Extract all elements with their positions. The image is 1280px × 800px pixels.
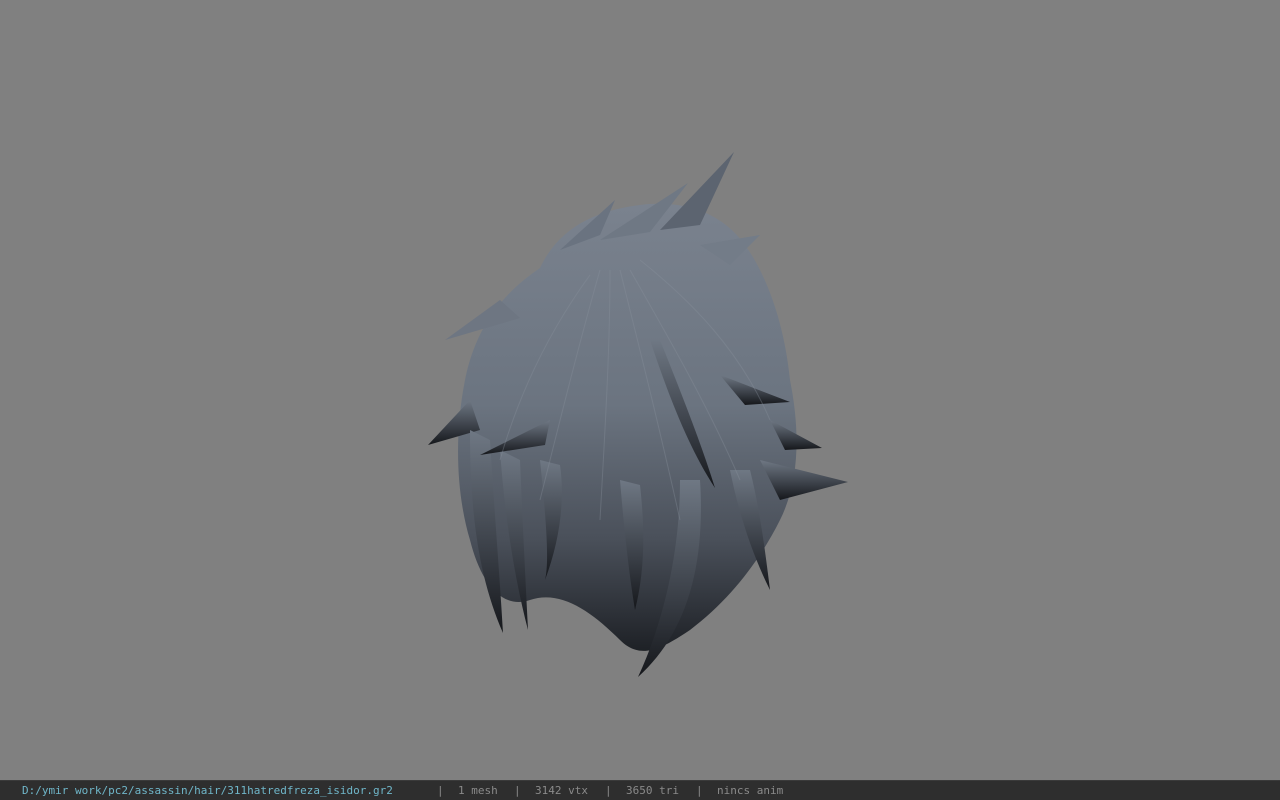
hair-model-render	[428, 152, 848, 677]
separator: |	[605, 784, 612, 797]
vertex-count: 3142 vtx	[535, 784, 588, 797]
3d-viewport[interactable]	[0, 0, 1280, 780]
separator: |	[514, 784, 521, 797]
status-bar: D:/ymir work/pc2/assassin/hair/311hatred…	[0, 780, 1280, 800]
separator: |	[437, 784, 444, 797]
triangle-count: 3650 tri	[626, 784, 679, 797]
mesh-count: 1 mesh	[458, 784, 498, 797]
separator: |	[696, 784, 703, 797]
hair-volume	[458, 203, 797, 651]
anim-status: nincs anim	[717, 784, 784, 797]
file-path: D:/ymir work/pc2/assassin/hair/311hatred…	[22, 784, 393, 797]
